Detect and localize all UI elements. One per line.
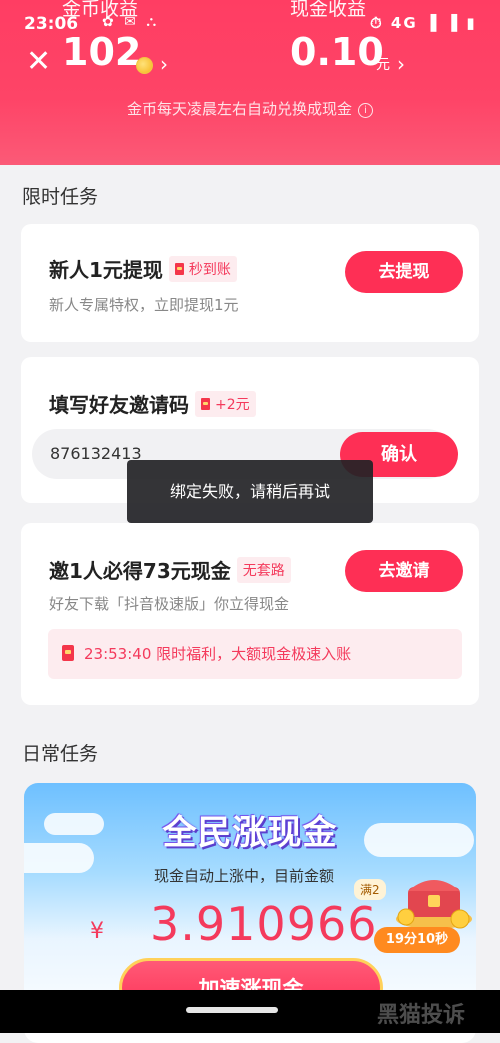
task-subtitle: 新人专属特权，立即提现1元 [49,296,239,314]
coin-icon [136,57,153,74]
toast-message: 绑定失败，请稍后再试 [127,460,373,523]
countdown-timer: 19分10秒 [374,927,460,953]
task-tag-text: +2元 [215,397,250,413]
withdraw-button[interactable]: 去提现 [345,251,463,293]
task-tag-text: 秒到账 [188,262,231,278]
task-title: 新人1元提现 秒到账 [49,254,237,283]
task-title-text: 填写好友邀请码 [49,393,189,417]
info-icon[interactable]: i [358,103,373,118]
coin-amount[interactable]: 102 [62,30,141,74]
limited-section-title: 限时任务 [22,186,99,208]
currency-symbol: ¥ [90,919,104,944]
watermark: 黑猫投诉 [377,1003,466,1028]
task-card-withdraw: 新人1元提现 秒到账 新人专属特权，立即提现1元 去提现 [21,224,479,342]
daily-section-title: 日常任务 [22,743,99,765]
exchange-notice: 金币每天凌晨左右自动兑换成现金 i [0,98,500,119]
task-title: 填写好友邀请码 +2元 [49,389,256,418]
treasure-chest-icon[interactable] [394,869,474,929]
status-right-icons: ⏱ 4G ▐ ▐ ▮ [370,14,477,32]
task-title-text: 新人1元提现 [49,258,163,282]
promo-text: 23:53:40 限时福利，大额现金极速入账 [84,645,352,663]
red-packet-icon [62,645,74,661]
task-title-text: 邀1人必得73元现金 [49,559,231,583]
close-icon[interactable]: ✕ [26,44,51,79]
coin-chevron-icon[interactable]: › [160,52,168,76]
task-title: 邀1人必得73元现金 无套路 [49,555,291,584]
task-card-invite-friend: 邀1人必得73元现金 无套路 好友下载「抖音极速版」你立得现金 去邀请 23:53… [21,523,479,705]
cash-chevron-icon[interactable]: › [397,52,405,76]
red-packet-icon [174,263,184,275]
task-tag: 无套路 [236,557,291,583]
invite-button[interactable]: 去邀请 [345,550,463,592]
red-packet-icon [201,398,210,410]
cash-amount[interactable]: 0.10 [290,30,384,74]
status-left-icons: ✿ ✉ ⛬ [102,14,160,30]
rise-text: 现金自动上涨中，目前金额 [154,867,335,885]
cash-unit: 元 [376,57,390,73]
cash-amount-large: 3.910966 [150,897,378,951]
banner-title: 全民涨现金 [162,813,338,853]
task-subtitle: 好友下载「抖音极速版」你立得现金 [49,595,290,613]
cash-title: 现金收益 [290,0,367,20]
header: 金币收益 现金收益 23:06 ✿ ✉ ⛬ ⏱ 4G ▐ ▐ ▮ ✕ 102 ›… [0,0,500,165]
home-indicator[interactable] [186,1007,278,1013]
promo-bar: 23:53:40 限时福利，大额现金极速入账 [48,629,462,679]
full-tag: 满2 [354,879,386,900]
task-tag: 秒到账 [168,256,237,282]
exchange-notice-text: 金币每天凌晨左右自动兑换成现金 [126,100,352,118]
task-tag: +2元 [195,391,256,417]
